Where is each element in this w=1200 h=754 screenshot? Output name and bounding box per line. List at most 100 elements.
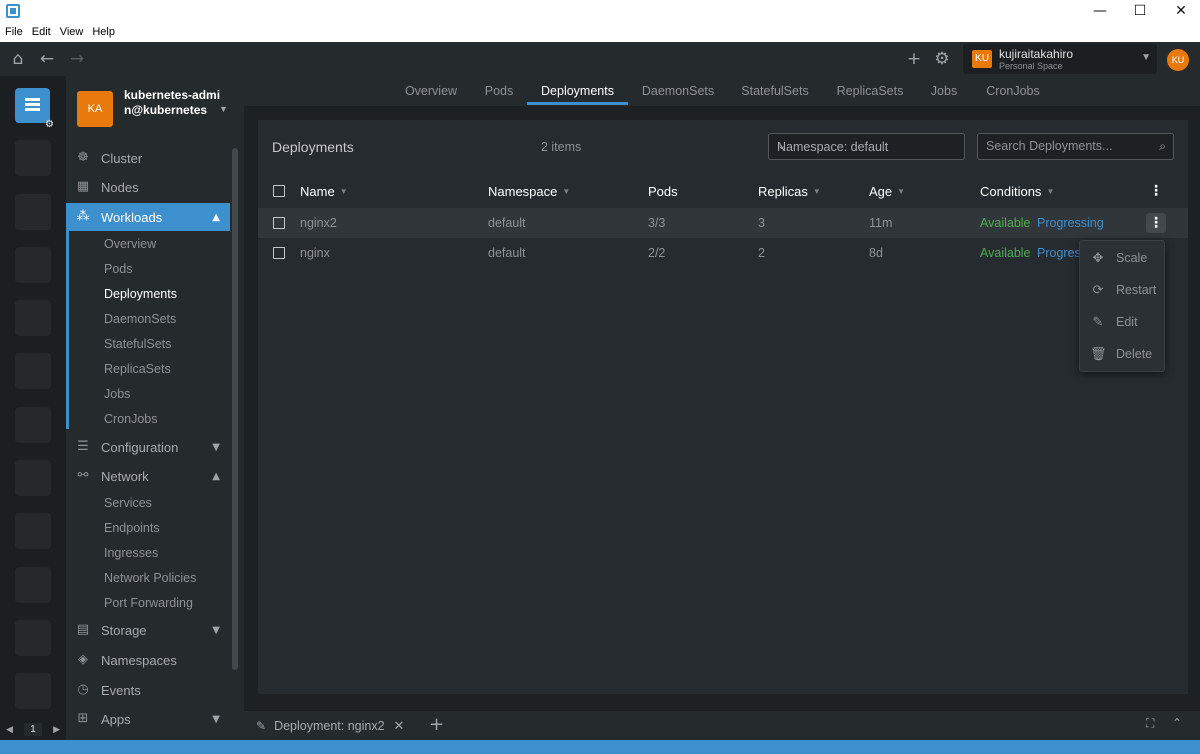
search-input[interactable] (986, 139, 1146, 153)
settings-gear-icon: ⚙ (45, 119, 54, 130)
sidebar-item-namespaces[interactable]: ◈ Namespaces (66, 646, 230, 674)
sidebar-subitem-pods[interactable]: Pods (104, 259, 133, 279)
menu-item-delete[interactable]: 🗑 Delete (1080, 339, 1164, 369)
hotbar-pagination: ◀ 1 ▶ (0, 719, 66, 740)
menu-edit[interactable]: Edit (32, 23, 51, 42)
menu-item-label: Delete (1116, 347, 1153, 361)
column-header-namespace[interactable]: Namespace ▼ (488, 184, 570, 199)
chevron-down-icon: ▼ (212, 624, 220, 636)
column-header-age[interactable]: Age ▼ (869, 184, 905, 199)
search-icon[interactable]: ⌕ (1159, 139, 1166, 154)
tab-overview[interactable]: Overview (394, 76, 468, 106)
hotbar-slot[interactable] (15, 300, 51, 336)
maximize-button[interactable]: ☐ (1117, 0, 1163, 23)
add-icon[interactable]: + (903, 48, 925, 70)
hotbar-slot[interactable] (15, 353, 51, 389)
sidebar-item-configuration[interactable]: ☰ Configuration ▼ (66, 433, 230, 461)
home-icon[interactable]: ⌂ (7, 48, 29, 70)
row-menu-icon[interactable]: ⋮ (1146, 213, 1166, 233)
hotbar-slot[interactable] (15, 407, 51, 443)
sidebar-scrollbar[interactable] (232, 148, 238, 670)
select-all-checkbox[interactable] (273, 185, 285, 197)
sidebar-subitem-replicasets[interactable]: ReplicaSets (104, 359, 171, 379)
hotbar-page-number: 1 (24, 723, 42, 736)
condition-progressing: Progressing (1037, 216, 1104, 230)
fullscreen-icon[interactable]: ⛶ (1146, 716, 1154, 731)
menu-item-edit[interactable]: ✎ Edit (1080, 307, 1164, 337)
column-menu-icon[interactable]: ⋮ (1146, 181, 1166, 201)
column-header-replicas[interactable]: Replicas ▼ (758, 184, 821, 199)
cluster-header[interactable]: KA kubernetes-admin@kubernetes ▼ (66, 76, 244, 144)
hotbar-slot[interactable] (15, 247, 51, 283)
chevron-up-icon[interactable]: ⌃ (1172, 716, 1182, 730)
sidebar-subitem-statefulsets[interactable]: StatefulSets (104, 334, 171, 354)
tab-pods[interactable]: Pods (477, 76, 521, 106)
tab-cronjobs[interactable]: CronJobs (977, 76, 1049, 106)
cell-age: 11m (869, 216, 893, 230)
hotbar-slot[interactable] (15, 140, 51, 176)
sidebar-subitem-network-policies[interactable]: Network Policies (104, 568, 196, 588)
add-tab-icon[interactable]: + (429, 714, 444, 735)
dock-tab[interactable]: ✎ Deployment: nginx2 ✕ (256, 716, 404, 736)
menu-view[interactable]: View (60, 23, 84, 42)
prev-page-icon[interactable]: ◀ (6, 724, 13, 735)
hotbar: ⚙ ◀ 1 ▶ (0, 76, 66, 740)
menu-help[interactable]: Help (92, 23, 115, 42)
close-icon[interactable]: ✕ (394, 719, 405, 734)
sidebar-subitem-port-forwarding[interactable]: Port Forwarding (104, 593, 193, 613)
forward-arrow-icon[interactable]: → (66, 48, 88, 70)
hotbar-slot[interactable] (15, 673, 51, 709)
tab-daemonsets[interactable]: DaemonSets (634, 76, 722, 106)
sidebar-item-storage[interactable]: ▤ Storage ▼ (66, 616, 230, 644)
sidebar-item-nodes[interactable]: ▦ Nodes (66, 173, 230, 201)
close-window-button[interactable]: ✕ (1158, 0, 1200, 23)
caret-down-icon[interactable]: ▼ (219, 104, 228, 114)
hotbar-slot[interactable] (15, 513, 51, 549)
layers-icon: ◈ (78, 652, 88, 667)
sidebar-subitem-jobs[interactable]: Jobs (104, 384, 130, 404)
column-header-label: Pods (648, 184, 678, 199)
namespace-select[interactable]: Namespace: default ⌄ (768, 133, 965, 160)
tab-jobs[interactable]: Jobs (924, 76, 964, 106)
row-checkbox[interactable] (273, 247, 285, 259)
cluster-hotbar-item[interactable] (15, 88, 50, 123)
menu-item-scale[interactable]: ✥ Scale (1080, 243, 1164, 273)
search-field[interactable]: ⌕ (977, 133, 1174, 160)
sidebar-item-events[interactable]: ◷ Events (66, 676, 230, 704)
tab-replicasets[interactable]: ReplicaSets (828, 76, 912, 106)
row-checkbox[interactable] (273, 217, 285, 229)
next-page-icon[interactable]: ▶ (53, 724, 60, 735)
sidebar-subitem-deployments[interactable]: Deployments (104, 284, 177, 304)
sidebar-subitem-overview[interactable]: Overview (104, 234, 156, 254)
scale-arrows-icon: ✥ (1092, 250, 1104, 266)
menu-item-restart[interactable]: ⟳ Restart (1080, 275, 1164, 305)
sidebar-item-label: Nodes (101, 179, 139, 195)
sidebar-item-label: Workloads (101, 209, 163, 225)
sidebar-item-workloads[interactable]: ⁂ Workloads ▲ (66, 203, 230, 231)
back-arrow-icon[interactable]: ← (36, 48, 58, 70)
sidebar-item-label: Events (101, 682, 141, 698)
caret-down-icon: ▼ (1141, 52, 1151, 63)
hotbar-slot[interactable] (15, 460, 51, 496)
sidebar-subitem-daemonsets[interactable]: DaemonSets (104, 309, 176, 329)
hotbar-slot[interactable] (15, 194, 51, 230)
column-header-conditions[interactable]: Conditions ▼ (980, 184, 1054, 199)
cell-pods: 3/3 (648, 216, 666, 230)
user-avatar[interactable]: KU (1167, 49, 1189, 71)
sidebar-subitem-cronjobs[interactable]: CronJobs (104, 409, 158, 429)
gear-icon[interactable]: ⚙ (931, 48, 953, 70)
menu-file[interactable]: File (5, 23, 23, 42)
sidebar-subitem-services[interactable]: Services (104, 493, 152, 513)
tab-statefulsets[interactable]: StatefulSets (732, 76, 818, 106)
column-header-label: Conditions (980, 184, 1042, 199)
sidebar-subitem-ingresses[interactable]: Ingresses (104, 543, 158, 563)
hotbar-slot[interactable] (15, 620, 51, 656)
sidebar-item-cluster[interactable]: ☸ Cluster (66, 144, 230, 172)
hotbar-slot[interactable] (15, 567, 51, 603)
sidebar-subitem-endpoints[interactable]: Endpoints (104, 518, 160, 538)
workspace-selector[interactable]: KU kujiraitakahiro Personal Space ▼ (963, 44, 1157, 74)
chevron-up-icon: ▲ (212, 211, 220, 223)
sidebar-item-apps[interactable]: ⊞ Apps ▼ (66, 705, 230, 733)
sidebar-item-network[interactable]: ⚯ Network ▲ (66, 462, 230, 490)
column-header-name[interactable]: Name ▼ (300, 184, 348, 199)
